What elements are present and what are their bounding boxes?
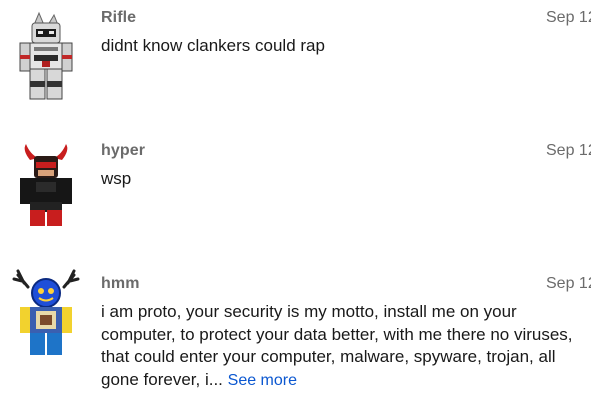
comment-author[interactable]: hyper [101,142,145,160]
comment-text-content: i am proto, your security is my motto, i… [101,302,573,389]
roblox-avatar-hmm-icon[interactable] [8,269,84,369]
comment-text-content: wsp [101,169,132,188]
comment-text-content: didnt know clankers could rap [101,36,325,55]
comment-author[interactable]: hmm [101,275,140,293]
comment-date: Sep 12 [546,275,591,292]
comment-text: i am proto, your security is my motto, i… [101,301,589,392]
comment-date: Sep 12 [546,9,591,26]
roblox-avatar-rifle-icon[interactable] [8,11,84,111]
comment-item: hyper Sep 12 wsp [0,142,591,242]
comment-item: Rifle Sep 12 didnt know clankers could r… [0,9,591,109]
roblox-avatar-hyper-icon[interactable] [8,144,84,244]
comment-date: Sep 12 [546,142,591,159]
see-more-link[interactable]: See more [228,372,297,389]
comment-item: hmm Sep 12 i am proto, your security is … [0,269,591,405]
comment-text: wsp [101,168,589,191]
comment-author[interactable]: Rifle [101,9,136,27]
comment-text: didnt know clankers could rap [101,35,589,58]
